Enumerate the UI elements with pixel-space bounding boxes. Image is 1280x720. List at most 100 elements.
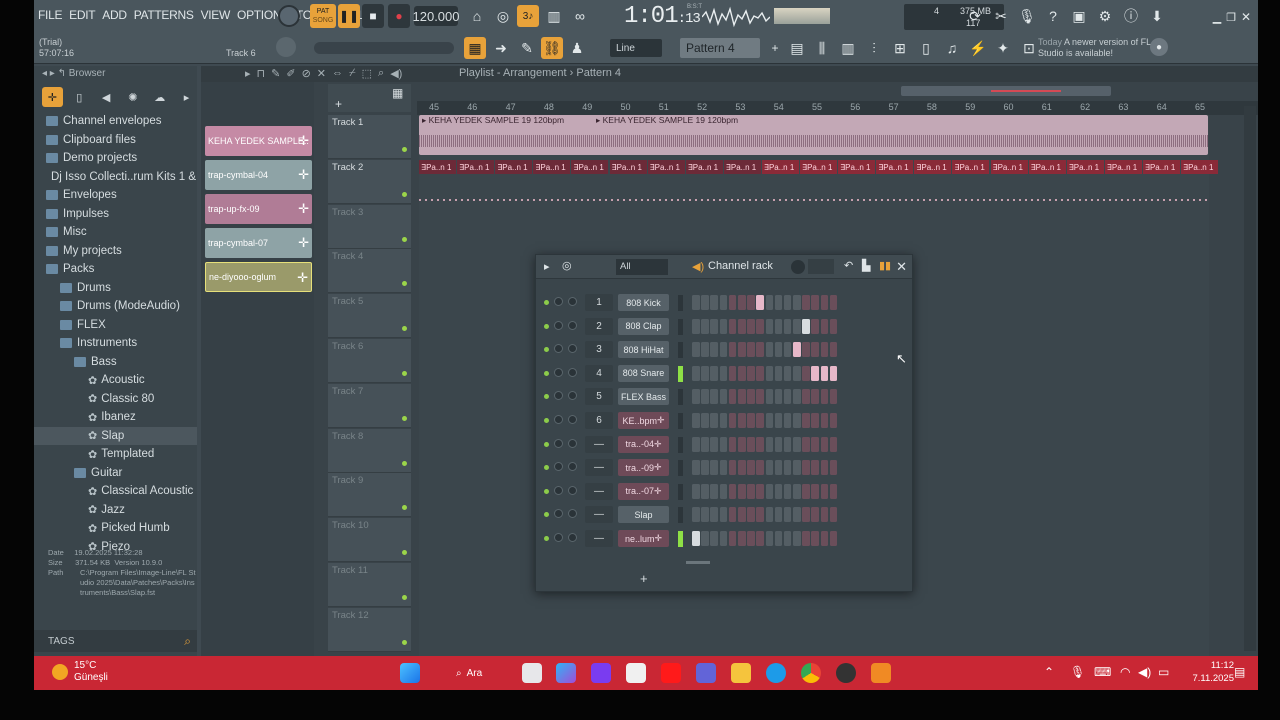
step-button[interactable]	[710, 342, 718, 358]
audio-clip[interactable]: ▸ KEHA YEDEK SAMPLE 19 120bpm ▸ KEHA YED…	[419, 115, 1208, 155]
timeline-ruler[interactable]: 45 46 47 48 49 50 51 52 53 54 55 56 57 58 59 60 61 62 63 64…	[417, 101, 1258, 115]
step-button[interactable]	[692, 365, 700, 381]
mixer-track-number[interactable]: —	[585, 506, 613, 524]
channel-filter[interactable]: All	[616, 259, 668, 275]
copilot-icon[interactable]	[556, 663, 576, 683]
more-icon[interactable]: ▸	[176, 87, 197, 107]
pattern-clip[interactable]: ∃ Pa..n 1	[952, 160, 990, 174]
menu-patterns[interactable]: PATTERNS	[134, 8, 194, 22]
pattern-clip[interactable]: ∃ Pa..n 1	[876, 160, 914, 174]
step-button[interactable]	[793, 318, 801, 334]
pattern-clip[interactable]: ∃ Pa..n 1	[609, 160, 647, 174]
step-button[interactable]	[802, 342, 810, 358]
track-header[interactable]: Track 12	[328, 607, 411, 652]
step-button[interactable]	[793, 531, 801, 546]
close-icon[interactable]: ✕	[896, 259, 907, 275]
draw-icon[interactable]: ✎	[271, 67, 280, 80]
channel-name-button[interactable]: Slap	[618, 506, 669, 524]
step-button[interactable]	[829, 531, 838, 546]
battery-icon[interactable]: ▭	[1158, 665, 1169, 679]
notification-icon[interactable]: ▤	[1234, 665, 1245, 679]
step-button[interactable]	[802, 483, 810, 499]
step-button[interactable]	[783, 413, 792, 428]
step-button[interactable]	[811, 318, 820, 334]
tree-item[interactable]: Drums	[34, 279, 197, 298]
channel-led[interactable]	[544, 323, 549, 329]
step-button[interactable]	[811, 413, 820, 428]
tree-item[interactable]: Channel envelopes	[34, 112, 197, 131]
metronome-icon[interactable]: ⌂	[466, 5, 488, 27]
track-header[interactable]: Track 9	[328, 473, 411, 518]
bar-number[interactable]: 46	[467, 102, 477, 112]
step-button[interactable]	[710, 460, 718, 476]
countdown-icon[interactable]: 3♪	[517, 5, 539, 27]
project-icon[interactable]: ▯	[915, 37, 937, 59]
mixer-track-number[interactable]: 5	[585, 388, 613, 406]
menu-view[interactable]: VIEW	[201, 8, 231, 22]
step-button[interactable]	[710, 507, 718, 523]
pattern-clip[interactable]: ∃ Pa..n 1	[685, 160, 723, 174]
channel-led[interactable]	[544, 441, 549, 447]
blend-notes-icon[interactable]: ∞	[569, 5, 591, 27]
app-icon[interactable]	[836, 663, 856, 683]
step-button[interactable]	[793, 507, 801, 523]
pattern-clip[interactable]: ∃ Pa..n 1	[495, 160, 533, 174]
master-volume-knob[interactable]	[278, 5, 300, 27]
track-led[interactable]	[402, 639, 407, 645]
track-led[interactable]	[402, 371, 407, 376]
menu-add[interactable]: ADD	[102, 8, 127, 22]
volume-knob[interactable]	[568, 438, 577, 448]
step-button[interactable]	[820, 460, 829, 476]
step-button[interactable]	[719, 413, 728, 428]
step-button[interactable]	[701, 413, 709, 428]
add-channel-icon[interactable]: +	[640, 571, 648, 586]
step-button[interactable]	[829, 342, 838, 358]
step-button[interactable]	[747, 295, 755, 310]
step-button[interactable]	[728, 342, 737, 358]
step-button[interactable]	[802, 436, 810, 452]
microphone-icon[interactable]: 🎙	[1016, 5, 1038, 27]
tree-item[interactable]: Packs	[34, 260, 197, 279]
step-button[interactable]	[747, 436, 755, 452]
step-button[interactable]	[737, 365, 746, 381]
step-button[interactable]	[774, 318, 783, 334]
file-icon[interactable]: ▯	[69, 87, 90, 107]
pan-knob[interactable]	[554, 344, 563, 354]
track-header[interactable]: Track 2	[328, 159, 411, 204]
volume-knob[interactable]	[568, 415, 577, 424]
channel-row[interactable]: — tra..-04 ✛	[536, 433, 912, 457]
pan-knob[interactable]	[554, 297, 563, 306]
step-button[interactable]	[747, 460, 755, 476]
clip-thumb[interactable]: trap-cymbal-07 ✛	[205, 228, 312, 258]
track-led[interactable]	[402, 550, 407, 556]
channel-row[interactable]: 3 808 HiHat	[536, 338, 912, 362]
step-button[interactable]	[756, 389, 764, 405]
track-led[interactable]	[402, 326, 407, 332]
bar-number[interactable]: 53	[735, 102, 745, 112]
wait-record-icon[interactable]: ◎	[492, 5, 514, 27]
tools-icon[interactable]: ✦	[992, 37, 1014, 59]
step-button[interactable]	[737, 295, 746, 310]
start-icon[interactable]	[400, 663, 420, 683]
channel-led[interactable]	[544, 512, 549, 518]
step-button[interactable]	[756, 436, 764, 452]
step-button[interactable]	[765, 531, 774, 546]
step-button[interactable]	[728, 483, 737, 499]
plugin-db-icon[interactable]: ✺	[122, 87, 143, 107]
step-button[interactable]	[774, 413, 783, 428]
tree-item[interactable]: Guitar	[34, 464, 197, 483]
step-button[interactable]	[710, 318, 718, 334]
step-button[interactable]	[728, 436, 737, 452]
step-button[interactable]	[737, 507, 746, 523]
step-button[interactable]	[692, 342, 700, 358]
rack-scroll[interactable]	[536, 559, 912, 567]
step-button[interactable]	[756, 318, 764, 334]
undo-history-icon[interactable]: ⟳	[964, 5, 986, 27]
step-button[interactable]	[701, 460, 709, 476]
piano-keys-icon[interactable]: ▦	[392, 86, 403, 100]
volume-knob[interactable]	[568, 509, 577, 519]
chrome-icon[interactable]	[801, 663, 821, 683]
step-button[interactable]	[820, 365, 829, 381]
tempo-display[interactable]: 120.000	[413, 6, 460, 26]
step-button[interactable]	[765, 389, 774, 405]
